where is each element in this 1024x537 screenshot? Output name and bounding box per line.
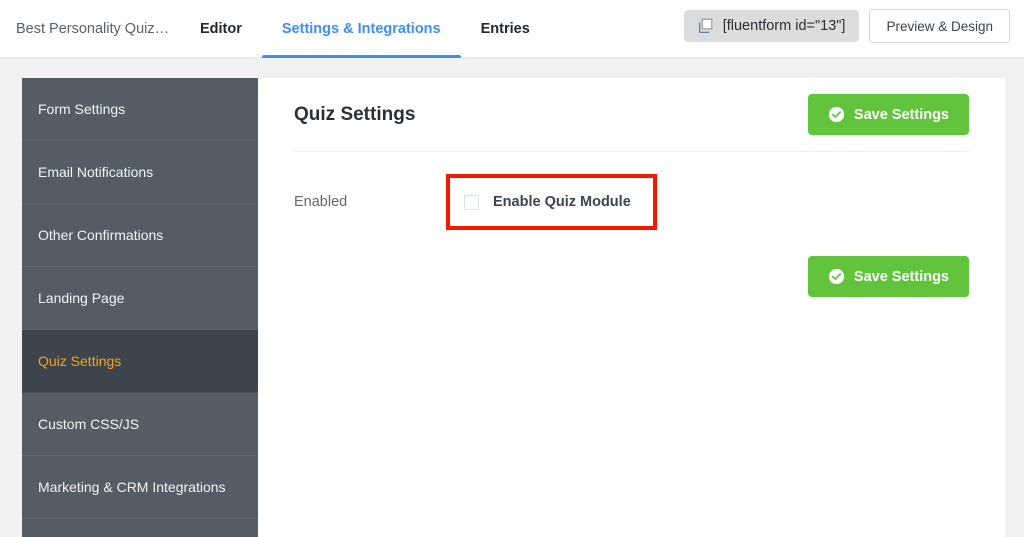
- page-title: Quiz Settings: [294, 103, 416, 125]
- tab-entries-label: Entries: [480, 21, 530, 37]
- sidebar-item-form-settings[interactable]: Form Settings: [22, 78, 258, 141]
- tab-entries[interactable]: Entries: [461, 0, 550, 58]
- save-settings-button-top[interactable]: Save Settings: [807, 94, 969, 135]
- sidebar-item-label: Landing Page: [38, 290, 125, 306]
- preview-design-button[interactable]: Preview & Design: [869, 9, 1010, 43]
- main-tabs: Editor Settings & Integrations Entries: [180, 0, 550, 58]
- tab-settings-integrations[interactable]: Settings & Integrations: [261, 0, 461, 58]
- save-settings-button-bottom[interactable]: Save Settings: [807, 256, 969, 297]
- sidebar-item-marketing-crm-integrations[interactable]: Marketing & CRM Integrations: [22, 456, 258, 519]
- check-circle-icon: [828, 268, 845, 285]
- check-circle-icon: [828, 106, 845, 123]
- panel-header: Quiz Settings Save Settings: [294, 78, 969, 152]
- sidebar-item-quiz-settings[interactable]: Quiz Settings: [22, 330, 258, 393]
- copy-icon: [698, 18, 713, 34]
- save-settings-label: Save Settings: [853, 268, 949, 285]
- tab-settings-integrations-label: Settings & Integrations: [281, 21, 441, 37]
- shortcode-copy-chip[interactable]: [fluentform id="13"]: [683, 10, 860, 42]
- quiz-settings-panel: Quiz Settings Save Settings Enabled Enab…: [258, 78, 1005, 537]
- panel-footer-actions: Save Settings: [294, 248, 969, 297]
- sidebar-item-custom-css-js[interactable]: Custom CSS/JS: [22, 393, 258, 456]
- sidebar-item-label: Quiz Settings: [38, 353, 122, 369]
- settings-sidebar: Form Settings Email Notifications Other …: [22, 78, 258, 537]
- sidebar-item-landing-page[interactable]: Landing Page: [22, 267, 258, 330]
- form-title: Best Personality Quiz…: [16, 21, 170, 37]
- enable-quiz-module-label[interactable]: Enable Quiz Module: [493, 194, 631, 210]
- tab-editor[interactable]: Editor: [180, 0, 262, 58]
- shortcode-text: [fluentform id="13"]: [722, 18, 846, 34]
- enable-quiz-module-checkbox[interactable]: [464, 194, 479, 210]
- sidebar-item-label: Custom CSS/JS: [38, 416, 140, 432]
- save-settings-label: Save Settings: [853, 106, 949, 123]
- header-actions: [fluentform id="13"] Preview & Design: [683, 9, 1010, 43]
- enable-quiz-module-highlight: Enable Quiz Module: [446, 174, 657, 230]
- enabled-setting-row: Enabled Enable Quiz Module: [294, 152, 969, 248]
- top-header-bar: Best Personality Quiz… Editor Settings &…: [0, 0, 1024, 58]
- sidebar-item-label: Form Settings: [38, 101, 126, 117]
- page-body: Form Settings Email Notifications Other …: [0, 58, 1024, 537]
- sidebar-item-email-notifications[interactable]: Email Notifications: [22, 141, 258, 204]
- preview-design-label: Preview & Design: [886, 18, 993, 34]
- tab-editor-label: Editor: [200, 21, 242, 37]
- sidebar-item-label: Email Notifications: [38, 164, 154, 180]
- sidebar-item-label: Marketing & CRM Integrations: [38, 479, 226, 495]
- sidebar-item-other-confirmations[interactable]: Other Confirmations: [22, 204, 258, 267]
- enabled-row-label: Enabled: [294, 194, 348, 210]
- sidebar-item-label: Other Confirmations: [38, 227, 164, 243]
